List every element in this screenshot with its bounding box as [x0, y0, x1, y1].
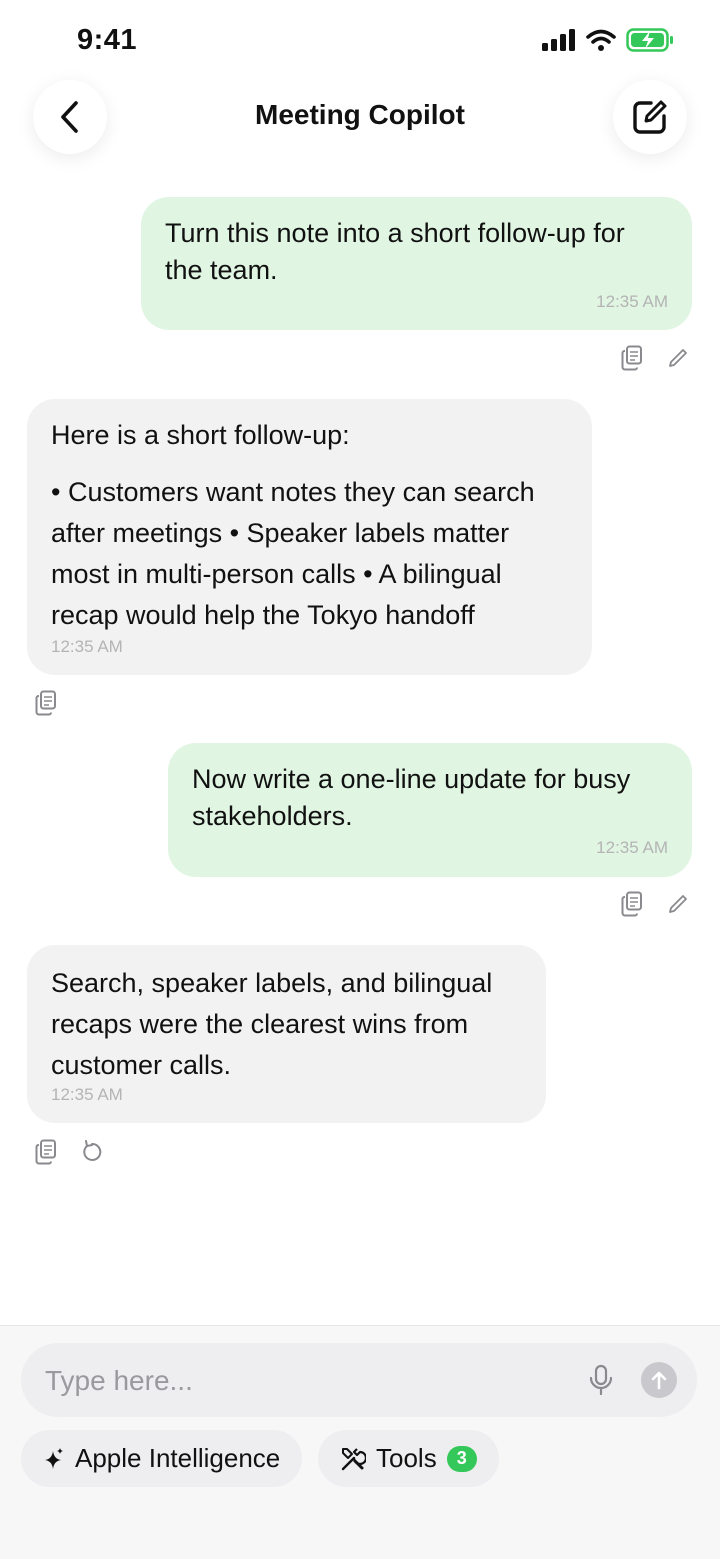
message-actions	[34, 690, 58, 716]
pencil-icon	[669, 349, 687, 367]
refresh-icon	[83, 1140, 102, 1161]
message-intro: Here is a short follow-up:	[51, 420, 350, 450]
edit-button[interactable]	[666, 891, 690, 917]
composer-box	[21, 1343, 697, 1419]
assistant-message: Search, speaker labels, and bilingual re…	[27, 945, 546, 1123]
message-actions	[620, 891, 690, 917]
chip-label: Apple Intelligence	[75, 1443, 281, 1473]
status-time: 9:41	[77, 24, 138, 56]
send-button[interactable]	[641, 1362, 677, 1398]
message-time: 12:35 AM	[51, 637, 123, 656]
message-time: 12:35 AM	[596, 838, 668, 857]
message-actions	[34, 1139, 104, 1165]
user-message: Turn this note into a short follow-up fo…	[141, 197, 692, 330]
arrow-up-icon	[651, 1371, 667, 1390]
status-bar: 9:41	[0, 0, 720, 80]
wifi-icon	[586, 29, 616, 51]
chip-label: Tools	[376, 1443, 437, 1473]
cellular-signal-icon	[542, 29, 575, 51]
message-text: Search, speaker labels, and bilingual re…	[51, 968, 493, 1080]
message-time: 12:35 AM	[596, 292, 668, 311]
copy-icon	[35, 1139, 56, 1165]
new-chat-button[interactable]	[613, 80, 687, 154]
pencil-icon	[669, 895, 687, 913]
tools-icon	[341, 1447, 366, 1470]
tools-count-badge: 3	[446, 1445, 477, 1472]
battery-charging-icon	[626, 28, 673, 52]
copy-button[interactable]	[620, 345, 644, 371]
assistant-message: Here is a short follow-up: • Customers w…	[27, 399, 592, 675]
message-text: • Customers want notes they can search a…	[51, 477, 535, 630]
tools-chip[interactable]: Tools 3	[318, 1430, 499, 1487]
compose-icon	[633, 100, 667, 134]
dictation-button[interactable]	[588, 1364, 614, 1396]
copy-button[interactable]	[34, 690, 58, 716]
page-title: Meeting Copilot	[255, 99, 465, 130]
message-input[interactable]	[43, 1343, 567, 1419]
status-icons	[542, 28, 674, 52]
message-text: Turn this note into a short follow-up fo…	[165, 218, 625, 285]
copy-icon	[621, 891, 642, 917]
copy-icon	[621, 345, 642, 371]
copy-icon	[35, 690, 56, 716]
microphone-icon	[589, 1364, 613, 1396]
sparkle-icon	[45, 1447, 63, 1469]
message-text: Now write a one-line update for busy sta…	[192, 764, 631, 831]
message-actions	[620, 345, 690, 371]
message-time: 12:35 AM	[51, 1085, 123, 1104]
copy-button[interactable]	[34, 1139, 58, 1165]
regenerate-button[interactable]	[80, 1139, 104, 1165]
edit-button[interactable]	[666, 345, 690, 371]
apple-intelligence-chip[interactable]: Apple Intelligence	[21, 1430, 303, 1487]
copy-button[interactable]	[620, 891, 644, 917]
user-message: Now write a one-line update for busy sta…	[168, 743, 692, 877]
